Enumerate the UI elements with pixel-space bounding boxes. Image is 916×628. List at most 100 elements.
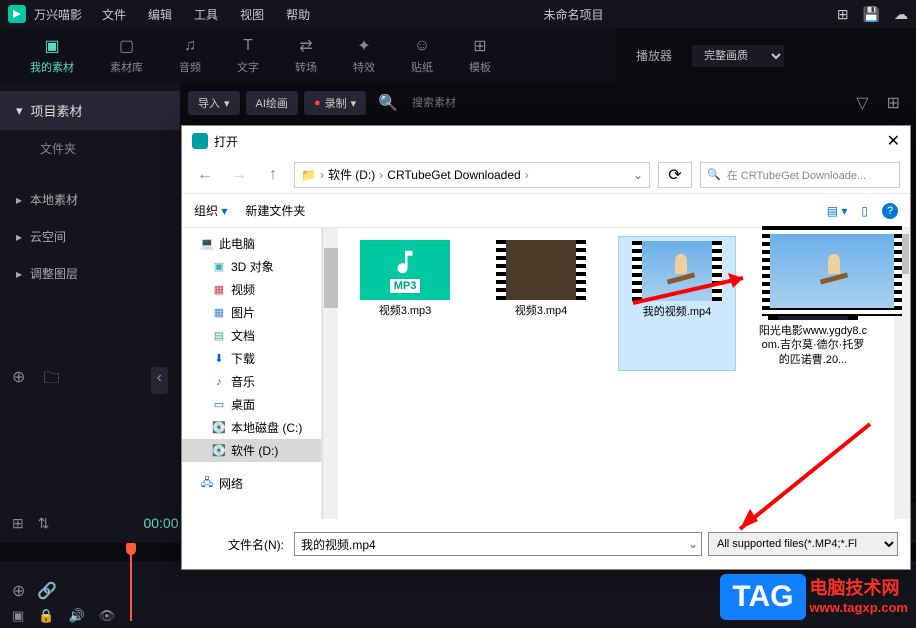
sidebar-folder[interactable]: 文件夹 xyxy=(0,130,180,167)
collapse-icon[interactable]: ‹ xyxy=(151,367,168,394)
filename-input[interactable] xyxy=(294,532,702,556)
tree-d-drive[interactable]: 💽软件 (D:) xyxy=(182,439,321,462)
tool-transition[interactable]: ⇄转场 xyxy=(277,33,335,79)
add-track-icon[interactable]: ⊕ xyxy=(12,581,25,601)
save-icon[interactable]: 💾 xyxy=(863,6,880,23)
view-mode-icon[interactable]: ▤ ▾ xyxy=(827,204,848,218)
organize-button[interactable]: 组织 ▾ xyxy=(194,202,227,219)
playhead[interactable] xyxy=(130,543,132,621)
dialog-search[interactable]: 🔍 在 CRTubeGet Downloade... xyxy=(700,162,900,188)
tree-label: 下载 xyxy=(231,350,255,367)
tool-text[interactable]: T文字 xyxy=(219,33,277,79)
content-header: 导入▾ AI绘画 ●录制▾ 🔍 ▽ ⊞ xyxy=(180,83,916,123)
menu-help[interactable]: 帮助 xyxy=(286,6,310,23)
video-icon: ▦ xyxy=(212,283,226,297)
tree-c-drive[interactable]: 💽本地磁盘 (C:) xyxy=(182,416,321,439)
tool-my-media[interactable]: ▣我的素材 xyxy=(12,33,92,79)
crumb-folder[interactable]: CRTubeGet Downloaded xyxy=(387,168,520,182)
add-folder-icon[interactable]: ⊕ xyxy=(12,367,25,394)
sort-icon[interactable]: ⇅ xyxy=(38,515,50,532)
file-myvideo[interactable]: 我的视频.mp4 xyxy=(618,236,736,371)
menu-file[interactable]: 文件 xyxy=(102,6,126,23)
import-button[interactable]: 导入▾ xyxy=(188,91,240,115)
menu-view[interactable]: 视图 xyxy=(240,6,264,23)
filter-icon[interactable]: ▽ xyxy=(856,93,868,113)
app-name: 万兴喵影 xyxy=(34,6,82,23)
file-mp3[interactable]: MP3 视频3.mp3 xyxy=(346,236,464,371)
titlebar-right-icons: ⊞ 💾 ☁ xyxy=(837,6,908,23)
tree-scrollbar[interactable] xyxy=(322,228,338,519)
dialog-title: 打开 xyxy=(214,133,238,150)
project-title: 未命名项目 xyxy=(310,6,837,23)
help-icon[interactable]: ? xyxy=(882,203,898,219)
file-video1[interactable]: 视频3.mp4 xyxy=(482,236,600,371)
new-folder-button[interactable]: 新建文件夹 xyxy=(245,202,305,219)
tree-video[interactable]: ▦视频 xyxy=(182,278,321,301)
tool-effects[interactable]: ✦特效 xyxy=(335,33,393,79)
timeline-track: ⊕ 🔗 xyxy=(0,561,916,621)
breadcrumb-dropdown-icon[interactable]: ⌄ xyxy=(633,168,643,182)
file-name: 我的视频.mp4 xyxy=(643,305,711,319)
search-input[interactable] xyxy=(404,93,504,113)
clip-icon[interactable]: ▣ xyxy=(12,608,24,624)
video-thumb xyxy=(632,241,722,301)
scroll-thumb[interactable] xyxy=(324,248,338,308)
dialog-footer: 文件名(N): ⌄ All supported files(*.MP4;*.Fl xyxy=(182,519,910,569)
tool-stickers[interactable]: ☺贴纸 xyxy=(393,33,451,79)
grid-view-icon[interactable]: ⊞ xyxy=(12,515,24,532)
track-body[interactable] xyxy=(130,561,916,621)
sidebar-cloud[interactable]: ▸云空间 xyxy=(0,218,180,255)
filename-dropdown-icon[interactable]: ⌄ xyxy=(688,537,698,551)
tool-library[interactable]: ▢素材库 xyxy=(92,33,161,79)
breadcrumb[interactable]: 📁 › 软件 (D:) › CRTubeGet Downloaded › ⌄ xyxy=(294,162,650,188)
search-icon[interactable]: 🔍 xyxy=(378,93,398,113)
tree-label: 桌面 xyxy=(231,396,255,413)
sidebar-header[interactable]: ▾项目素材 xyxy=(0,91,180,130)
link-icon[interactable]: 🔗 xyxy=(37,581,57,601)
tree-pictures[interactable]: ▦图片 xyxy=(182,301,321,324)
dialog-nav: ← → ↑ 📁 › 软件 (D:) › CRTubeGet Downloaded… xyxy=(182,156,910,194)
ai-draw-button[interactable]: AI绘画 xyxy=(246,91,298,115)
search-icon: 🔍 xyxy=(707,168,721,181)
visibility-icon[interactable]: 👁 xyxy=(99,608,116,624)
back-button[interactable]: ← xyxy=(192,163,218,187)
file-filter-select[interactable]: All supported files(*.MP4;*.Fl xyxy=(708,532,898,556)
file-name: 阳光电影www.ygdy8.com.吉尔莫·德尔·托罗的匹诺曹.20... xyxy=(758,324,868,367)
tree-music[interactable]: ♪音乐 xyxy=(182,370,321,393)
tree-docs[interactable]: ▤文档 xyxy=(182,324,321,347)
close-icon[interactable]: ✕ xyxy=(887,131,900,151)
record-button[interactable]: ●录制▾ xyxy=(304,91,366,115)
tool-label: 文字 xyxy=(237,59,259,75)
quality-select[interactable]: 完整画质 xyxy=(692,45,784,67)
up-button[interactable]: ↑ xyxy=(260,163,286,187)
tool-templates[interactable]: ⊞模板 xyxy=(451,33,509,79)
download-icon: ⬇ xyxy=(212,352,226,366)
menu-tools[interactable]: 工具 xyxy=(194,6,218,23)
sidebar-header-label: 项目素材 xyxy=(31,101,83,120)
tool-audio[interactable]: ♫音频 xyxy=(161,33,219,79)
tool-label: 转场 xyxy=(295,59,317,75)
forward-button[interactable]: → xyxy=(226,163,252,187)
refresh-button[interactable]: ⟳ xyxy=(658,162,692,188)
tree-network[interactable]: 🖧网络 xyxy=(182,472,321,495)
tree-3d[interactable]: ▣3D 对象 xyxy=(182,255,321,278)
tool-label: 特效 xyxy=(353,59,375,75)
preview-toggle-icon[interactable]: ▯ xyxy=(861,204,868,218)
folder-icon[interactable]: 🗀 xyxy=(43,367,59,394)
player-label: 播放器 xyxy=(636,47,672,64)
tool-label: 模板 xyxy=(469,59,491,75)
crumb-drive[interactable]: 软件 (D:) xyxy=(328,166,375,183)
cloud-icon[interactable]: ☁ xyxy=(894,6,908,23)
lock-icon[interactable]: 🔒 xyxy=(38,608,54,624)
grid-icon[interactable]: ⊞ xyxy=(887,93,900,113)
tree-this-pc[interactable]: 💻此电脑 xyxy=(182,232,321,255)
layout-icon[interactable]: ⊞ xyxy=(837,6,849,23)
preview-pane xyxy=(762,226,902,316)
sidebar-local[interactable]: ▸本地素材 xyxy=(0,181,180,218)
tree-downloads[interactable]: ⬇ 下载 xyxy=(182,347,321,370)
sidebar-adjust[interactable]: ▸调整图层 xyxy=(0,255,180,292)
menu-edit[interactable]: 编辑 xyxy=(148,6,172,23)
tree-label: 本地磁盘 (C:) xyxy=(231,419,302,436)
tree-desktop[interactable]: ▭桌面 xyxy=(182,393,321,416)
mute-icon[interactable]: 🔊 xyxy=(68,608,84,624)
